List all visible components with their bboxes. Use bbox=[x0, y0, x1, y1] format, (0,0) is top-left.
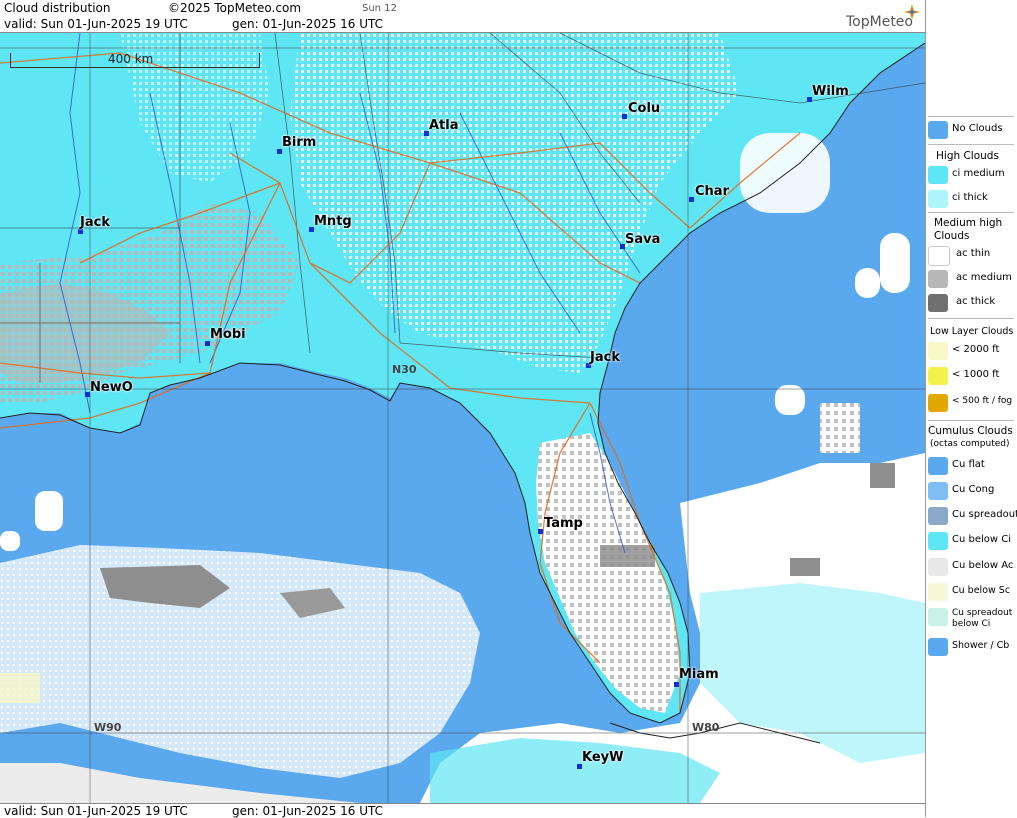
legend-label: No Clouds bbox=[952, 123, 1003, 134]
city-label-atla[interactable]: Atla bbox=[429, 118, 459, 133]
legend-cu-subtitle: (octas computed) bbox=[930, 439, 1010, 449]
cu-below-sc-swatch bbox=[928, 583, 948, 601]
ac-medium-swatch bbox=[928, 270, 948, 288]
legend-cu-cong: Cu Cong bbox=[928, 480, 1016, 502]
cu-flat-swatch bbox=[928, 457, 948, 475]
city-label-jacksonville[interactable]: Jack bbox=[590, 350, 620, 365]
legend-cu-spread: Cu spreadout bbox=[928, 505, 1017, 527]
city-label-char[interactable]: Char bbox=[695, 184, 729, 199]
city-label-sava[interactable]: Sava bbox=[625, 232, 660, 247]
legend-cu-title: Cumulus Clouds bbox=[928, 425, 1013, 437]
header-bar: Cloud distribution ©2025 TopMeteo.com Su… bbox=[0, 0, 925, 33]
legend-divider bbox=[928, 144, 1014, 145]
cu-cong-swatch bbox=[928, 482, 948, 500]
legend-divider bbox=[928, 318, 1014, 319]
legend-label: Cu Cong bbox=[952, 484, 995, 495]
legend-label: Cu spreadout below Ci bbox=[952, 608, 1013, 629]
cu-spread-swatch bbox=[928, 507, 948, 525]
legend-divider bbox=[928, 212, 1014, 213]
city-label-colu[interactable]: Colu bbox=[628, 101, 660, 116]
legend-label: ci thick bbox=[952, 192, 988, 203]
legend-label: ac thick bbox=[956, 296, 996, 307]
legend-cu-flat: Cu flat bbox=[928, 455, 1016, 477]
cu-spread-ci-swatch bbox=[928, 608, 948, 626]
ac-thin-swatch bbox=[928, 246, 950, 266]
legend-label: Cu below Sc bbox=[952, 585, 1011, 596]
footer-valid-time: valid: Sun 01-Jun-2025 19 UTC bbox=[4, 804, 188, 818]
ci-thick-swatch bbox=[928, 190, 948, 208]
legend-label: Cu below Ac bbox=[952, 560, 1014, 571]
city-marker[interactable] bbox=[538, 529, 543, 534]
legend-label: Cu flat bbox=[952, 459, 985, 470]
legend-label: Shower / Cb bbox=[952, 640, 1010, 651]
legend-low-title: Low Layer Clouds bbox=[930, 326, 1014, 337]
low-500-swatch bbox=[928, 394, 948, 412]
copyright: ©2025 TopMeteo.com bbox=[168, 1, 302, 15]
grid-label-w80: W80 bbox=[692, 721, 720, 734]
legend-label: < 1000 ft bbox=[952, 369, 1000, 380]
city-label-mntg[interactable]: Mntg bbox=[314, 214, 352, 229]
legend-label: ci medium bbox=[952, 168, 1005, 179]
legend-ac-medium: ac medium bbox=[928, 268, 1016, 290]
legend-low-500: < 500 ft / fog bbox=[928, 392, 1016, 414]
legend-divider bbox=[928, 116, 1014, 117]
legend-label: ac medium bbox=[956, 272, 1012, 283]
city-marker[interactable] bbox=[622, 114, 627, 119]
legend-shower: Shower / Cb bbox=[928, 636, 1016, 658]
legend-label: Cu spreadout bbox=[952, 509, 1017, 520]
legend-medium-title: Medium high Clouds bbox=[934, 217, 1003, 242]
valid-time: valid: Sun 01-Jun-2025 19 UTC bbox=[4, 17, 188, 31]
low-1000-swatch bbox=[928, 367, 948, 385]
gen-time: gen: 01-Jun-2025 16 UTC bbox=[232, 17, 384, 31]
legend-ci-thick: ci thick bbox=[928, 188, 1016, 210]
city-label-miam[interactable]: Miam bbox=[679, 667, 719, 682]
legend-low-1000: < 1000 ft bbox=[928, 365, 1016, 387]
city-label-birm[interactable]: Birm bbox=[282, 135, 316, 150]
legend-cu-below-sc: Cu below Sc bbox=[928, 581, 1016, 603]
grid-label-n30: N30 bbox=[392, 363, 417, 376]
legend-label: < 500 ft / fog bbox=[952, 396, 1013, 406]
city-label-newo[interactable]: NewO bbox=[90, 380, 133, 395]
ac-thick-swatch bbox=[928, 294, 948, 312]
cu-below-ac-swatch bbox=[928, 558, 948, 576]
legend-ac-thin: ac thin bbox=[928, 244, 1016, 266]
low-2000-swatch bbox=[928, 342, 948, 360]
legend-cu-below-ac: Cu below Ac bbox=[928, 556, 1016, 578]
grid-label-w90: W90 bbox=[94, 721, 122, 734]
logo-star-icon bbox=[903, 3, 921, 21]
legend-cu-below-ci: Cu below Ci bbox=[928, 530, 1016, 552]
legend-ac-thick: ac thick bbox=[928, 292, 1016, 314]
cu-below-ci-swatch bbox=[928, 532, 948, 550]
scale-label: 400 km bbox=[108, 52, 154, 66]
city-label-keyw[interactable]: KeyW bbox=[582, 750, 623, 765]
footer-bar: valid: Sun 01-Jun-2025 19 UTC gen: 01-Ju… bbox=[0, 803, 925, 818]
legend-label: < 2000 ft bbox=[952, 344, 1000, 355]
city-label-tamp[interactable]: Tamp bbox=[544, 516, 583, 531]
legend-cu-spread-ci: Cu spreadout below Ci bbox=[928, 606, 1016, 634]
city-marker[interactable] bbox=[674, 682, 679, 687]
legend-low-2000: < 2000 ft bbox=[928, 340, 1016, 362]
city-label-wilm[interactable]: Wilm bbox=[812, 84, 849, 99]
map-title: Cloud distribution bbox=[4, 1, 111, 15]
footer-gen-time: gen: 01-Jun-2025 16 UTC bbox=[232, 804, 384, 818]
shower-swatch bbox=[928, 638, 948, 656]
city-marker[interactable] bbox=[689, 197, 694, 202]
legend-label: Cu below Ci bbox=[952, 534, 1012, 545]
day-code: Sun 12 bbox=[362, 3, 397, 14]
legend-ci-medium: ci medium bbox=[928, 164, 1016, 186]
city-label-jackson[interactable]: Jack bbox=[80, 215, 110, 230]
city-label-mobi[interactable]: Mobi bbox=[210, 327, 246, 342]
ci-medium-swatch bbox=[928, 166, 948, 184]
legend-no-clouds: No Clouds bbox=[928, 119, 1016, 141]
legend-label: ac thin bbox=[956, 248, 991, 259]
legend-panel: No Clouds High Clouds ci medium ci thick… bbox=[925, 0, 1017, 817]
legend-high-title: High Clouds bbox=[936, 150, 999, 162]
map-canvas bbox=[0, 33, 925, 803]
legend-divider bbox=[928, 420, 1014, 421]
no-clouds-swatch bbox=[928, 121, 948, 139]
cloud-map[interactable]: 400 km N30 W90 W80 Wilm Colu Atla Birm C… bbox=[0, 33, 925, 803]
